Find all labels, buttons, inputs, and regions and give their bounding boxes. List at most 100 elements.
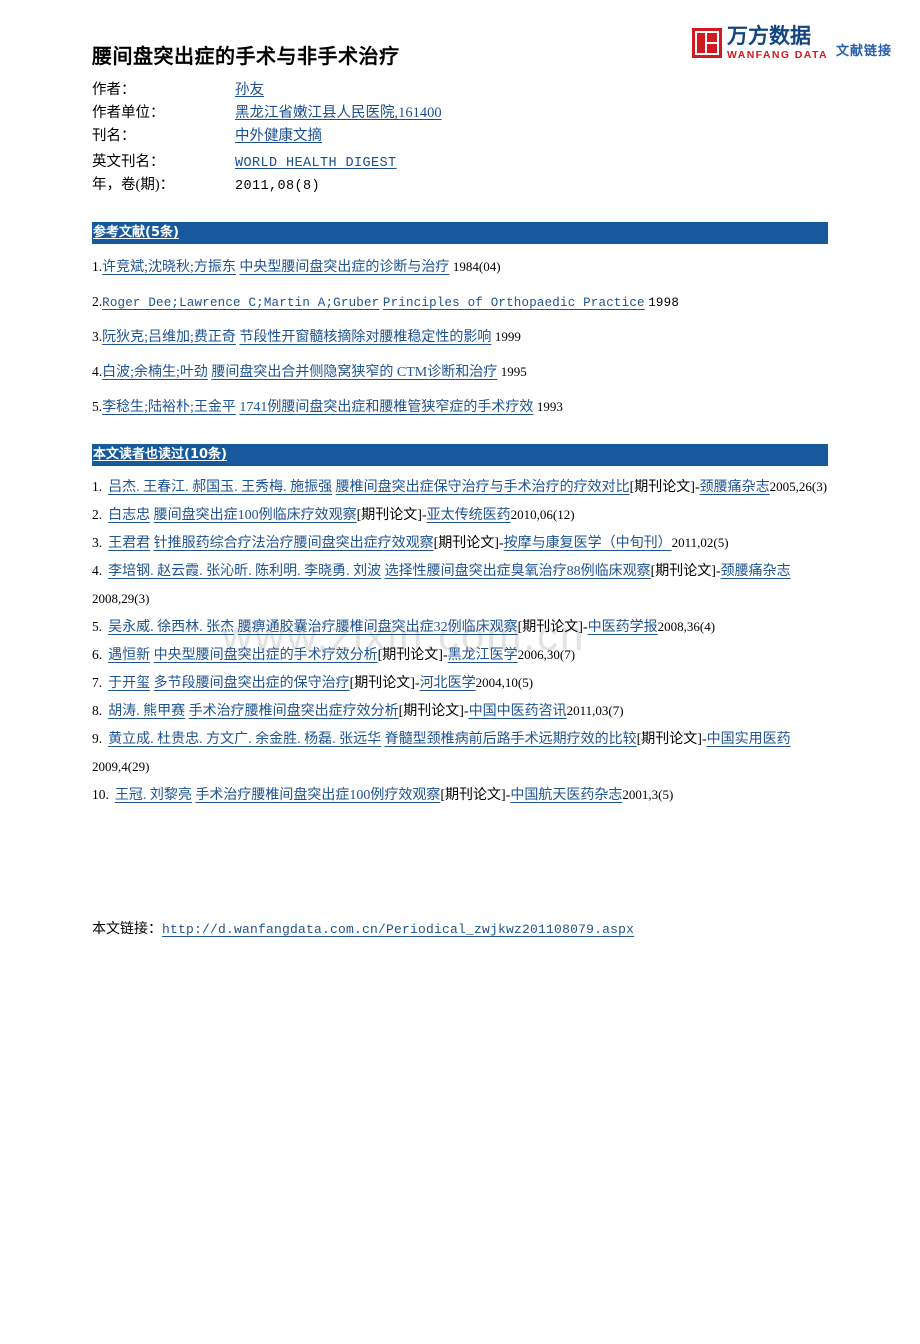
also-read-number: 9. [92,731,103,746]
also-read-authors-link[interactable]: 白志忠 [108,508,150,523]
reference-year: 1993 [536,399,563,414]
also-read-number: 7. [92,675,103,690]
permalink-label: 本文链接： [92,922,162,937]
also-read-journal-link[interactable]: 按摩与康复医学（中旬刊） [504,536,672,551]
article-permalink-row: 本文链接：http://d.wanfangdata.com.cn/Periodi… [92,918,634,938]
also-read-item: 8. 胡涛. 熊甲赛 手术治疗腰椎间盘突出症疗效分析[期刊论文]-中国中医药咨讯2… [92,697,832,725]
also-read-journal-link[interactable]: 颈腰痛杂志 [700,480,770,495]
also-read-number: 6. [92,647,103,662]
document-page: www.zixin.com.cn 万方数据 WANFANG DATA 文献链接 … [0,0,920,1344]
also-read-title-link[interactable]: 手术治疗腰椎间盘突出症疗效分析 [189,704,399,719]
also-read-volume-issue: 2006,30(7) [517,647,576,662]
also-read-authors-link[interactable]: 胡涛. 熊甲赛 [108,704,185,719]
also-read-volume-issue: 2010,06(12) [510,507,575,522]
page-title: 腰间盘突出症的手术与非手术治疗 [92,44,400,68]
also-read-item: 4. 李培钢. 赵云霞. 张沁昕. 陈利明. 李晓勇. 刘波 选择性腰间盘突出症臭… [92,557,832,613]
reference-authors-link[interactable]: Roger Dee;Lawrence C;Martin A;Gruber [102,296,379,310]
also-read-title-link[interactable]: 中央型腰间盘突出症的手术疗效分析 [154,648,378,663]
also-read-number: 4. [92,563,103,578]
section-header-references-label: 参考文献(5条) [93,225,179,240]
metadata-row: 作者单位： 黑龙江省嫩江县人民医院,161400 [92,101,442,124]
also-read-journal-link[interactable]: 中国实用医药 [707,732,791,747]
also-read-authors-link[interactable]: 吕杰. 王春江. 郝国玉. 王秀梅. 施振强 [108,480,332,495]
reference-title-link[interactable]: 中央型腰间盘突出症的诊断与治疗 [239,260,449,275]
reference-title-link[interactable]: 腰间盘突出合并侧隐窝狭窄的 CTM诊断和治疗 [211,365,497,380]
reference-year: 1998 [648,296,680,310]
metadata-value[interactable]: 中外健康文摘 [235,124,322,145]
also-read-doctype: [期刊论文]- [349,676,420,691]
also-read-volume-issue: 2008,36(4) [657,619,716,634]
wanfang-square-icon [691,28,722,58]
reference-number: 5. [92,399,103,414]
also-read-item: 5. 吴永威. 徐西林. 张杰 腰痹通胶囊治疗腰椎间盘突出症32例临床观察[期刊论… [92,613,832,641]
also-read-authors-link[interactable]: 遇恒新 [108,648,150,663]
also-read-title-link[interactable]: 选择性腰间盘突出症臭氧治疗88例临床观察 [385,564,651,579]
also-read-item: 1. 吕杰. 王春江. 郝国玉. 王秀梅. 施振强 腰椎间盘突出症保守治疗与手术治… [92,473,832,501]
also-read-journal-link[interactable]: 河北医学 [420,676,476,691]
metadata-row: 作者： 孙友 [92,78,442,101]
metadata-label: 年，卷(期)： [92,177,175,193]
also-read-item: 6. 遇恒新 中央型腰间盘突出症的手术疗效分析[期刊论文]-黑龙江医学2006,3… [92,641,832,669]
also-read-journal-link[interactable]: 中医药学报 [588,620,658,635]
metadata-table: 作者： 孙友 作者单位： 黑龙江省嫩江县人民医院,161400 刊名： 中外健康文摘英文刊… [92,78,442,196]
section-header-also-read: 本文读者也读过(10条) [92,444,828,466]
also-read-volume-issue: 2009,4(29) [92,759,150,774]
reference-title-link[interactable]: Principles of Orthopaedic Practice [383,296,645,310]
logo-tagline: 文献链接 [835,42,892,58]
reference-title-link[interactable]: 节段性开窗髓核摘除对腰椎稳定性的影响 [239,330,491,345]
also-read-authors-link[interactable]: 王冠. 刘黎亮 [115,788,192,803]
icon-right-bar-top [706,33,717,42]
also-read-title-link[interactable]: 脊髓型颈椎病前后路手术远期疗效的比较 [385,732,637,747]
section-header-also-read-label: 本文读者也读过(10条) [93,447,227,462]
reference-year: 1999 [494,329,521,344]
reference-authors-link[interactable]: 许竞斌;沈晓秋;方振东 [102,260,236,275]
reference-title-link[interactable]: 1741例腰间盘突出症和腰椎管狭窄症的手术疗效 [239,400,533,415]
icon-right-bars [706,33,717,53]
also-read-authors-link[interactable]: 黄立成. 杜贵忠. 方文广. 余金胜. 杨磊. 张远华 [108,732,381,747]
reference-item: 3.阮狄克;吕维加;费正奇 节段性开窗髓核摘除对腰椎稳定性的影响 1999 [92,328,832,347]
reference-number: 2. [92,294,103,309]
also-read-journal-link[interactable]: 中国航天医药杂志 [510,788,622,803]
metadata-value[interactable]: WORLD HEALTH DIGEST [235,156,397,171]
reference-item: 2.Roger Dee;Lawrence C;Martin A;Gruber P… [92,293,832,312]
metadata-value: 2011,08(8) [235,179,321,194]
also-read-title-link[interactable]: 腰椎间盘突出症保守治疗与手术治疗的疗效对比 [336,480,630,495]
also-read-journal-link[interactable]: 颈腰痛杂志 [721,564,791,579]
metadata-value[interactable]: 黑龙江省嫩江县人民医院,161400 [235,101,442,122]
also-read-authors-link[interactable]: 于开玺 [108,676,150,691]
also-read-authors-link[interactable]: 吴永威. 徐西林. 张杰 [108,620,234,635]
reference-number: 3. [92,329,103,344]
reference-authors-link[interactable]: 白波;余楠生;叶劲 [102,365,208,380]
also-read-title-link[interactable]: 针推服药综合疗法治疗腰间盘突出症疗效观察 [154,536,434,551]
also-read-number: 8. [92,703,103,718]
reference-authors-link[interactable]: 阮狄克;吕维加;费正奇 [102,330,236,345]
references-list: 1.许竞斌;沈晓秋;方振东 中央型腰间盘突出症的诊断与治疗 1984(04) 2.… [92,258,832,433]
also-read-journal-link[interactable]: 黑龙江医学 [448,648,518,663]
also-read-volume-issue: 2011,02(5) [671,535,729,550]
also-read-doctype: [期刊论文]- [650,564,721,579]
wanfang-logo[interactable]: 万方数据 WANFANG DATA 文献链接 [691,26,892,61]
reference-item: 1.许竞斌;沈晓秋;方振东 中央型腰间盘突出症的诊断与治疗 1984(04) [92,258,832,277]
reference-authors-link[interactable]: 李稔生;陆裕朴;王金平 [102,400,236,415]
metadata-label: 英文刊名： [92,154,165,170]
also-read-item: 2. 白志忠 腰间盘突出症100例临床疗效观察[期刊论文]-亚太传统医药2010,… [92,501,832,529]
metadata-value[interactable]: 孙友 [235,78,264,99]
also-read-volume-issue: 2008,29(3) [92,591,150,606]
reference-year: 1984(04) [452,259,501,274]
also-read-doctype: [期刊论文]- [517,620,588,635]
also-read-item: 3. 王君君 针推服药综合疗法治疗腰间盘突出症疗效观察[期刊论文]-按摩与康复医学… [92,529,832,557]
icon-right-bar-bottom [706,44,717,53]
also-read-title-link[interactable]: 腰痹通胶囊治疗腰椎间盘突出症32例临床观察 [238,620,518,635]
also-read-title-link[interactable]: 腰间盘突出症100例临床疗效观察 [154,508,357,523]
also-read-title-link[interactable]: 手术治疗腰椎间盘突出症100例疗效观察 [195,788,440,803]
also-read-item: 9. 黄立成. 杜贵忠. 方文广. 余金胜. 杨磊. 张远华 脊髓型颈椎病前后路手… [92,725,832,781]
metadata-row: 刊名： 中外健康文摘 [92,124,442,150]
reference-number: 4. [92,364,103,379]
also-read-authors-link[interactable]: 王君君 [108,536,150,551]
also-read-journal-link[interactable]: 亚太传统医药 [427,508,511,523]
permalink-url[interactable]: http://d.wanfangdata.com.cn/Periodical_z… [162,922,634,937]
also-read-journal-link[interactable]: 中国中医药咨讯 [469,704,567,719]
also-read-volume-issue: 2001,3(5) [622,787,674,802]
also-read-authors-link[interactable]: 李培钢. 赵云霞. 张沁昕. 陈利明. 李晓勇. 刘波 [108,564,381,579]
also-read-title-link[interactable]: 多节段腰间盘突出症的保守治疗 [154,676,350,691]
